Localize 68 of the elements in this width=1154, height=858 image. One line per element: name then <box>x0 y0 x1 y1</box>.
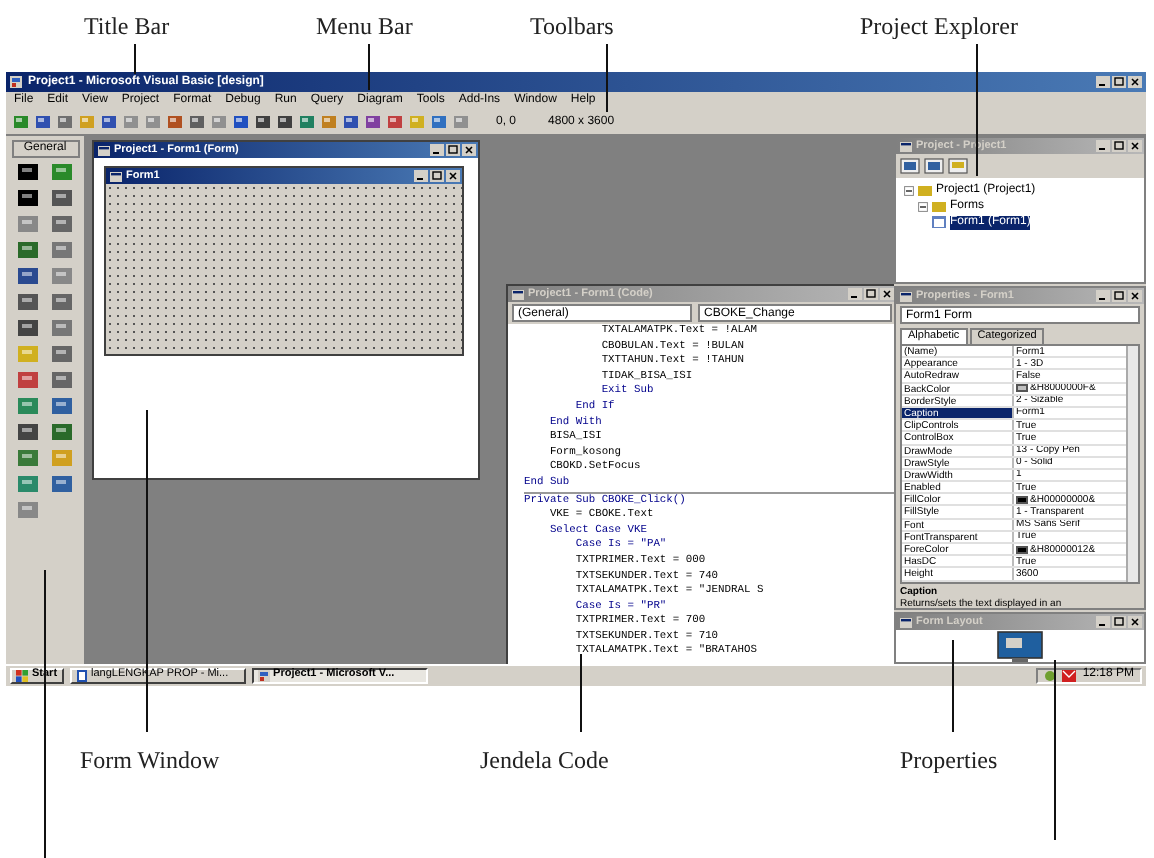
close-button[interactable] <box>1128 76 1142 88</box>
leader-line <box>580 654 582 732</box>
toolbar-icon[interactable] <box>386 114 404 130</box>
minimize-button[interactable] <box>430 144 444 156</box>
toolbar-icon[interactable] <box>276 114 294 130</box>
close-button[interactable] <box>1128 290 1142 302</box>
minimize-button[interactable] <box>1096 76 1110 88</box>
toolbar-icon[interactable] <box>12 114 30 130</box>
toolbar-icon[interactable] <box>254 114 272 130</box>
tray-icon <box>1044 669 1057 681</box>
view-code-icon[interactable] <box>900 158 920 174</box>
toolbar-icon[interactable] <box>166 114 184 130</box>
toolbar-icon[interactable] <box>232 114 250 130</box>
maximize-button[interactable] <box>1112 616 1126 628</box>
callout-label: Menu Bar <box>316 12 413 40</box>
form-icon <box>932 216 946 228</box>
close-button[interactable] <box>1128 140 1142 152</box>
collapse-icon[interactable] <box>904 185 914 195</box>
toolbox-tool-icon[interactable] <box>14 422 42 442</box>
window-icon <box>900 291 912 301</box>
view-object-icon[interactable] <box>924 158 944 174</box>
leader-line <box>134 44 136 74</box>
toolbox-tool-icon[interactable] <box>14 266 42 286</box>
maximize-button[interactable] <box>1112 76 1126 88</box>
window-icon <box>512 289 524 299</box>
maximize-button[interactable] <box>1112 290 1126 302</box>
window-icon <box>98 145 110 155</box>
callout-label: Properties <box>900 746 998 774</box>
toolbar-icon[interactable] <box>430 114 448 130</box>
close-button[interactable] <box>1128 616 1142 628</box>
close-button[interactable] <box>880 288 894 300</box>
leader-line <box>368 44 370 90</box>
minimize-button[interactable] <box>414 170 428 182</box>
app-icon <box>257 669 270 681</box>
window-icon <box>900 617 912 627</box>
toolbar-icon[interactable] <box>298 114 316 130</box>
toolbox-tool-icon[interactable] <box>14 188 42 208</box>
maximize-button[interactable] <box>864 288 878 300</box>
toolbar-icon[interactable] <box>342 114 360 130</box>
toolbar-icon[interactable] <box>364 114 382 130</box>
toolbar-icon[interactable] <box>34 114 52 130</box>
toolbar-icon[interactable] <box>188 114 206 130</box>
minimize-button[interactable] <box>1096 140 1110 152</box>
leader-line <box>976 44 978 176</box>
callout-label: Toolbars <box>530 12 614 40</box>
callout-label: Project Explorer <box>860 12 1018 40</box>
toolbar-icon[interactable] <box>100 114 118 130</box>
close-button[interactable] <box>446 170 460 182</box>
mail-icon <box>1062 669 1077 681</box>
toolbox-tool-icon[interactable] <box>14 318 42 338</box>
minimize-button[interactable] <box>848 288 862 300</box>
collapse-icon[interactable] <box>918 201 928 211</box>
callout-label: Title Bar <box>84 12 170 40</box>
minimize-button[interactable] <box>1096 290 1110 302</box>
scrollbar[interactable] <box>1126 346 1138 582</box>
leader-line <box>952 640 954 732</box>
document-icon <box>75 669 88 681</box>
windows-logo-icon <box>16 669 28 681</box>
callout-label: Form Window <box>80 746 220 774</box>
minimize-button[interactable] <box>1096 616 1110 628</box>
maximize-button[interactable] <box>1112 140 1126 152</box>
leader-line <box>606 44 608 112</box>
app-icon <box>10 76 22 88</box>
window-icon <box>900 141 912 151</box>
close-button[interactable] <box>462 144 476 156</box>
toolbox-tool-icon[interactable] <box>14 162 42 182</box>
toolbar-icon[interactable] <box>56 114 74 130</box>
callout-label: Jendela Code <box>480 746 609 774</box>
